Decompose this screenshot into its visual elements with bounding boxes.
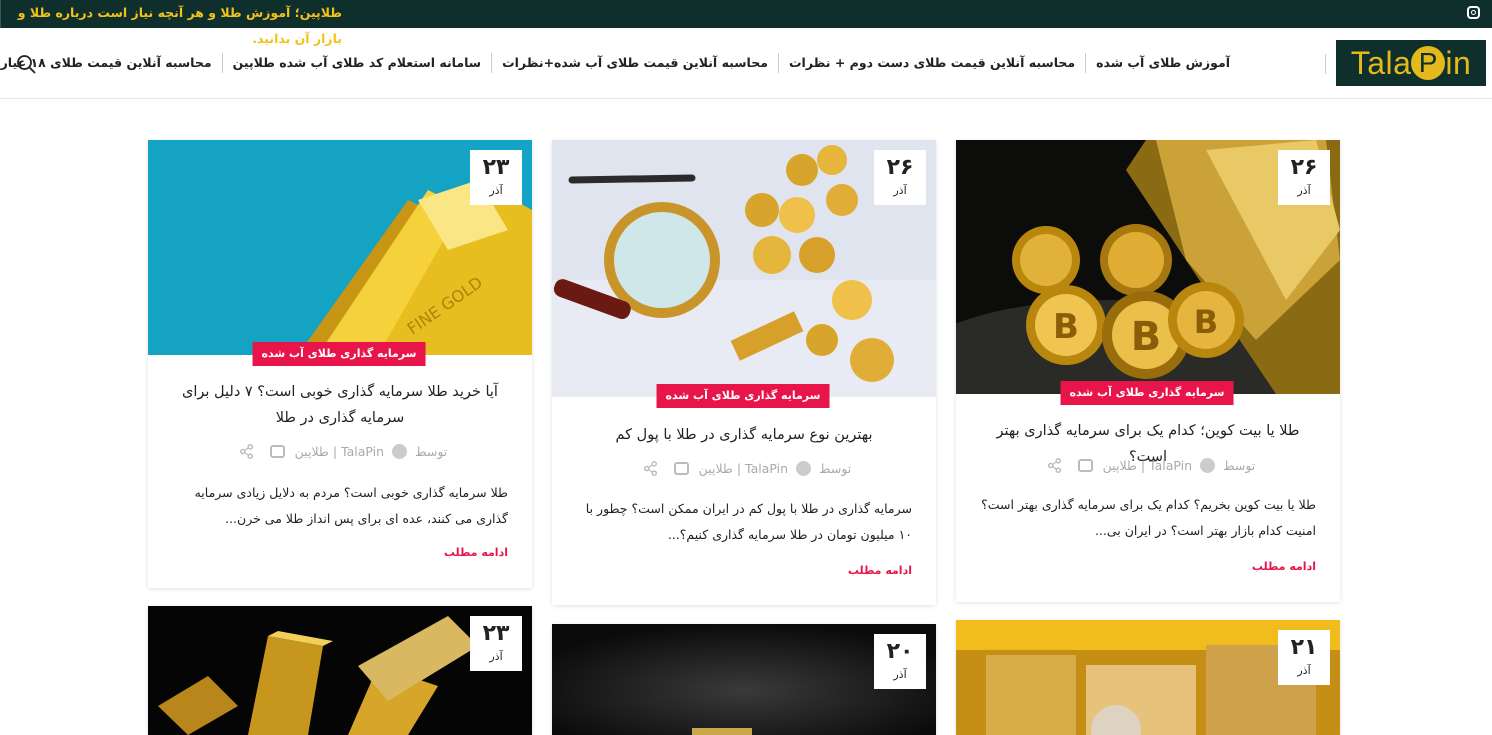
- top-notice: طلاپین؛ آموزش طلا و هر آنچه نیاز است درب…: [0, 0, 350, 46]
- post-date-month: آذر: [1297, 184, 1311, 197]
- post-date-day: ۲۱: [1290, 635, 1318, 660]
- post-category-badge[interactable]: سرمایه گذاری طلای آب شده: [252, 342, 426, 366]
- post-date-day: ۲۶: [886, 155, 914, 180]
- author-avatar: [392, 444, 408, 459]
- author-avatar: [796, 461, 812, 476]
- post-date-month: آذر: [489, 184, 503, 197]
- post-date-month: آذر: [1297, 664, 1311, 677]
- post-date-day: ۲۳: [482, 621, 510, 646]
- logo-divider: [1325, 54, 1326, 74]
- post-date-month: آذر: [893, 184, 907, 197]
- post-meta: توسط TalaPin | طلاپین: [552, 461, 936, 476]
- svg-text:B: B: [1053, 307, 1079, 347]
- read-more-link[interactable]: ادامه مطلب: [444, 546, 508, 559]
- logo-text-end: in: [1445, 45, 1472, 81]
- share-icon[interactable]: [1047, 458, 1062, 473]
- post-author-prefix: توسط: [415, 444, 448, 459]
- post-card: FINE GOLD ۲۳ آذر سرمایه گذاری طلای آب شد…: [148, 140, 532, 588]
- post-date-day: ۲۶: [1290, 155, 1318, 180]
- post-date: ۲۳ آذر: [470, 616, 522, 671]
- nav-item-melted-gold-calculator[interactable]: محاسبه آنلاین قیمت طلای آب شده+نظرات: [491, 53, 778, 73]
- post-excerpt: طلا سرمایه گذاری خوبی است؟ مردم به دلایل…: [194, 485, 508, 526]
- post-category-badge[interactable]: سرمایه گذاری طلای آب شده: [1060, 381, 1234, 405]
- post-card: ۲۳ آذر: [148, 606, 532, 735]
- post-date: ۲۶ آذر: [874, 150, 926, 205]
- post-date: ۲۳ آذر: [470, 150, 522, 205]
- post-card: ۲۰ آذر: [552, 624, 936, 735]
- post-title[interactable]: بهترین نوع سرمایه گذاری در طلا با پول کم: [572, 422, 916, 448]
- post-date-day: ۲۳: [482, 155, 510, 180]
- post-meta: توسط TalaPin | طلاپین: [148, 444, 532, 459]
- comment-icon[interactable]: [673, 462, 689, 475]
- post-date-month: آذر: [893, 668, 907, 681]
- comment-icon[interactable]: [269, 445, 285, 458]
- top-bar: طلاپین؛ آموزش طلا و هر آنچه نیاز است درب…: [0, 0, 1492, 46]
- post-card: B B B ۲۶ آذر سرمایه گذاری طلای آب شده طل…: [956, 140, 1340, 602]
- post-author[interactable]: TalaPin | طلاپین: [699, 461, 788, 476]
- svg-text:B: B: [1131, 314, 1162, 360]
- post-excerpt: سرمایه گذاری در طلا با پول کم در ایران م…: [585, 501, 912, 542]
- post-date-day: ۲۰: [886, 639, 914, 664]
- svg-text:B: B: [1194, 303, 1218, 341]
- nav-item-melted-gold-tutorial[interactable]: آموزش طلای آب شده: [1085, 53, 1240, 73]
- nav-item-code-inquiry[interactable]: سامانه استعلام کد طلای آب شده طلاپین: [221, 53, 491, 73]
- site-logo[interactable]: Tala Pin: [1336, 40, 1486, 86]
- search-icon[interactable]: [16, 54, 36, 74]
- post-author-prefix: توسط: [1223, 458, 1256, 473]
- instagram-icon[interactable]: [1467, 6, 1480, 19]
- nav-item-used-gold-calculator[interactable]: محاسبه آنلاین قیمت طلای دست دوم + نظرات: [778, 53, 1085, 73]
- post-title[interactable]: آیا خرید طلا سرمایه گذاری خوبی است؟ ۷ دل…: [168, 379, 512, 431]
- site-header: Tala Pin آموزش طلای آب شده محاسبه آنلاین …: [0, 28, 1492, 99]
- logo-text: Tala: [1350, 45, 1412, 81]
- read-more-link[interactable]: ادامه مطلب: [1252, 560, 1316, 573]
- post-date-month: آذر: [489, 650, 503, 663]
- comment-icon[interactable]: [1077, 459, 1093, 472]
- share-icon[interactable]: [239, 444, 254, 459]
- post-date: ۲۶ آذر: [1278, 150, 1330, 205]
- share-icon[interactable]: [643, 461, 658, 476]
- post-excerpt: طلا یا بیت کوین بخریم؟ کدام یک برای سرما…: [981, 497, 1316, 538]
- post-date: ۲۱ آذر: [1278, 630, 1330, 685]
- post-author-prefix: توسط: [819, 461, 852, 476]
- post-author[interactable]: TalaPin | طلاپین: [1103, 458, 1192, 473]
- post-category-badge[interactable]: سرمایه گذاری طلای آب شده: [656, 384, 830, 408]
- post-card: ۲۱ آذر: [956, 620, 1340, 735]
- main-nav: آموزش طلای آب شده محاسبه آنلاین قیمت طلا…: [0, 52, 1240, 74]
- post-author[interactable]: TalaPin | طلاپین: [295, 444, 384, 459]
- post-card: ۲۶ آذر سرمایه گذاری طلای آب شده بهترین ن…: [552, 140, 936, 605]
- read-more-link[interactable]: ادامه مطلب: [848, 564, 912, 577]
- logo-pin-mark: P: [1411, 46, 1446, 80]
- author-avatar: [1200, 458, 1216, 473]
- post-meta: توسط TalaPin | طلاپین: [956, 458, 1340, 473]
- post-date: ۲۰ آذر: [874, 634, 926, 689]
